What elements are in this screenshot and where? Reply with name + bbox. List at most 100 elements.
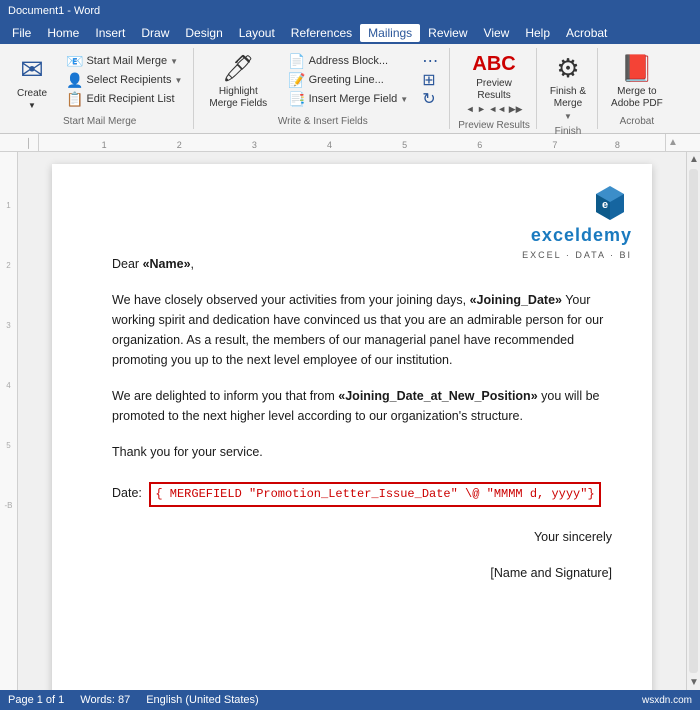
finish-merge-button[interactable]: ⚙ Finish &Merge ▼ bbox=[545, 50, 591, 124]
status-bar: Page 1 of 1 Words: 87 English (United St… bbox=[0, 690, 700, 710]
page-wrapper: e exceldemy EXCEL · DATA · BI Dear «Name… bbox=[18, 152, 686, 690]
preview-results-icon: ABC bbox=[472, 53, 515, 76]
address-block-icon: 📄 bbox=[288, 53, 305, 70]
select-recipients-arrow: ▼ bbox=[174, 76, 182, 85]
menu-review[interactable]: Review bbox=[420, 24, 475, 42]
edit-recipient-list-icon: 📋 bbox=[66, 91, 83, 108]
acrobat-group-label: Acrobat bbox=[620, 114, 654, 127]
logo-svg: e bbox=[588, 184, 632, 222]
ribbon-group-buttons: ✉ Create ▼ 📧 Start Mail Merge ▼ 👤 Select… bbox=[12, 50, 187, 114]
mail-merge-stack: 📧 Start Mail Merge ▼ 👤 Select Recipients… bbox=[61, 50, 187, 108]
highlight-label: HighlightMerge Fields bbox=[209, 86, 267, 110]
menu-acrobat[interactable]: Acrobat bbox=[558, 24, 615, 42]
menu-draw[interactable]: Draw bbox=[133, 24, 177, 42]
paragraph2: We are delighted to inform you that from… bbox=[112, 386, 612, 426]
merge-to-pdf-button[interactable]: 📕 Merge toAdobe PDF bbox=[606, 50, 668, 113]
document-area: 1 2 3 4 5 -B e exceldemy EXCEL · DATA · … bbox=[0, 152, 700, 690]
menu-design[interactable]: Design bbox=[177, 24, 230, 42]
match-fields-button[interactable]: ⊞ bbox=[417, 71, 443, 89]
menu-layout[interactable]: Layout bbox=[231, 24, 283, 42]
menu-help[interactable]: Help bbox=[517, 24, 558, 42]
date-merge-field: { MERGEFIELD "Promotion_Letter_Issue_Dat… bbox=[149, 482, 600, 507]
preview-nav: ◄ ► ◄◄ ▶▶ bbox=[466, 104, 523, 115]
greeting-line-button[interactable]: 📝 Greeting Line... bbox=[283, 71, 413, 89]
preview-buttons: ABC PreviewResults ◄ ► ◄◄ ▶▶ bbox=[461, 50, 528, 118]
scroll-down-button[interactable]: ▼ bbox=[687, 675, 700, 690]
write-insert-group-label: Write & Insert Fields bbox=[278, 114, 368, 127]
create-icon: ✉ bbox=[20, 53, 43, 86]
address-block-button[interactable]: 📄 Address Block... bbox=[283, 52, 413, 70]
finish-buttons: ⚙ Finish &Merge ▼ bbox=[545, 50, 591, 124]
preview-results-button[interactable]: ABC PreviewResults ◄ ► ◄◄ ▶▶ bbox=[461, 50, 528, 118]
rules-button[interactable]: ⋯ bbox=[417, 52, 443, 70]
insert-merge-field-label: Insert Merge Field bbox=[309, 93, 398, 105]
greeting-line-icon: 📝 bbox=[288, 72, 305, 89]
title-bar: Document1 - Word bbox=[0, 0, 700, 22]
preview-group-label: Preview Results bbox=[458, 118, 530, 131]
menu-mailings[interactable]: Mailings bbox=[360, 24, 420, 42]
start-mail-merge-arrow: ▼ bbox=[170, 57, 178, 66]
menu-bar: File Home Insert Draw Design Layout Refe… bbox=[0, 22, 700, 44]
closing-paragraph: Your sincerely bbox=[112, 527, 612, 547]
ribbon-group-start-mail-merge: ✉ Create ▼ 📧 Start Mail Merge ▼ 👤 Select… bbox=[6, 48, 194, 129]
create-label: Create bbox=[17, 88, 47, 99]
select-recipients-label: Select Recipients bbox=[86, 74, 171, 86]
joining-date-position-field: «Joining_Date_at_New_Position» bbox=[338, 389, 537, 403]
extra-icons-stack: ⋯ ⊞ ↻ bbox=[417, 50, 443, 108]
insert-merge-field-arrow: ▼ bbox=[400, 95, 408, 104]
joining-date-field: «Joining_Date» bbox=[470, 293, 562, 307]
address-block-label: Address Block... bbox=[309, 55, 388, 67]
ribbon: ✉ Create ▼ 📧 Start Mail Merge ▼ 👤 Select… bbox=[0, 44, 700, 134]
language-info: English (United States) bbox=[146, 694, 259, 706]
ribbon-group-acrobat: 📕 Merge toAdobe PDF Acrobat bbox=[600, 48, 674, 129]
left-ruler: 1 2 3 4 5 -B bbox=[0, 152, 18, 690]
menu-home[interactable]: Home bbox=[39, 24, 87, 42]
thank-you-paragraph: Thank you for your service. bbox=[112, 442, 612, 462]
select-recipients-icon: 👤 bbox=[66, 72, 83, 89]
scroll-up-button[interactable]: ▲ bbox=[687, 152, 700, 167]
thank-you-text: Thank you for your service. bbox=[112, 445, 263, 459]
date-paragraph: Date: { MERGEFIELD "Promotion_Letter_Iss… bbox=[112, 482, 612, 507]
right-scrollbar: ▲ ▼ bbox=[686, 152, 700, 690]
menu-view[interactable]: View bbox=[476, 24, 518, 42]
update-labels-button[interactable]: ↻ bbox=[417, 90, 443, 108]
highlight-merge-fields-button[interactable]: 🖊 HighlightMerge Fields bbox=[202, 50, 274, 113]
letter-content: Dear «Name», We have closely observed yo… bbox=[112, 254, 612, 583]
document-page: e exceldemy EXCEL · DATA · BI Dear «Name… bbox=[52, 164, 652, 690]
name-merge-field: «Name» bbox=[143, 257, 191, 271]
finish-merge-label: Finish &Merge bbox=[550, 86, 586, 110]
greeting-text: Dear bbox=[112, 257, 139, 271]
signature-paragraph: [Name and Signature] bbox=[112, 563, 612, 583]
edit-recipient-list-button[interactable]: 📋 Edit Recipient List bbox=[61, 90, 187, 108]
scroll-thumb[interactable] bbox=[689, 169, 698, 673]
para2-start: We are delighted to inform you that from bbox=[112, 389, 338, 403]
ribbon-group-write-insert: 🖊 HighlightMerge Fields 📄 Address Block.… bbox=[196, 48, 450, 129]
create-button[interactable]: ✉ Create ▼ bbox=[12, 50, 52, 113]
svg-text:e: e bbox=[602, 199, 608, 211]
logo-sub: EXCEL · DATA · BI bbox=[522, 249, 632, 263]
signature-text: [Name and Signature] bbox=[490, 566, 612, 580]
start-mail-merge-icon: 📧 bbox=[66, 53, 83, 70]
menu-insert[interactable]: Insert bbox=[87, 24, 133, 42]
menu-references[interactable]: References bbox=[283, 24, 360, 42]
finish-merge-icon: ⚙ bbox=[556, 53, 579, 84]
paragraph1: We have closely observed your activities… bbox=[112, 290, 612, 370]
para1-text: We have closely observed your activities… bbox=[112, 293, 470, 307]
start-mail-merge-group-label: Start Mail Merge bbox=[63, 114, 136, 127]
select-recipients-button[interactable]: 👤 Select Recipients ▼ bbox=[61, 71, 187, 89]
menu-file[interactable]: File bbox=[4, 24, 39, 42]
closing-text: Your sincerely bbox=[112, 527, 612, 547]
date-label: Date: bbox=[112, 486, 142, 500]
insert-merge-field-icon: 📑 bbox=[288, 91, 305, 108]
logo-text: exceldemy bbox=[531, 222, 632, 249]
page-info: Page 1 of 1 bbox=[8, 694, 64, 706]
acrobat-buttons: 📕 Merge toAdobe PDF bbox=[606, 50, 668, 114]
preview-results-label: PreviewResults bbox=[476, 78, 512, 102]
start-mail-merge-button[interactable]: 📧 Start Mail Merge ▼ bbox=[61, 52, 187, 70]
ruler: │ 1 2 3 4 5 6 7 8 ▲ bbox=[0, 134, 700, 152]
merge-to-pdf-icon: 📕 bbox=[621, 53, 653, 84]
highlight-icon: 🖊 bbox=[222, 53, 255, 84]
insert-merge-field-button[interactable]: 📑 Insert Merge Field ▼ bbox=[283, 90, 413, 108]
insert-fields-stack: 📄 Address Block... 📝 Greeting Line... 📑 … bbox=[283, 50, 413, 108]
greeting-line-label: Greeting Line... bbox=[309, 74, 384, 86]
